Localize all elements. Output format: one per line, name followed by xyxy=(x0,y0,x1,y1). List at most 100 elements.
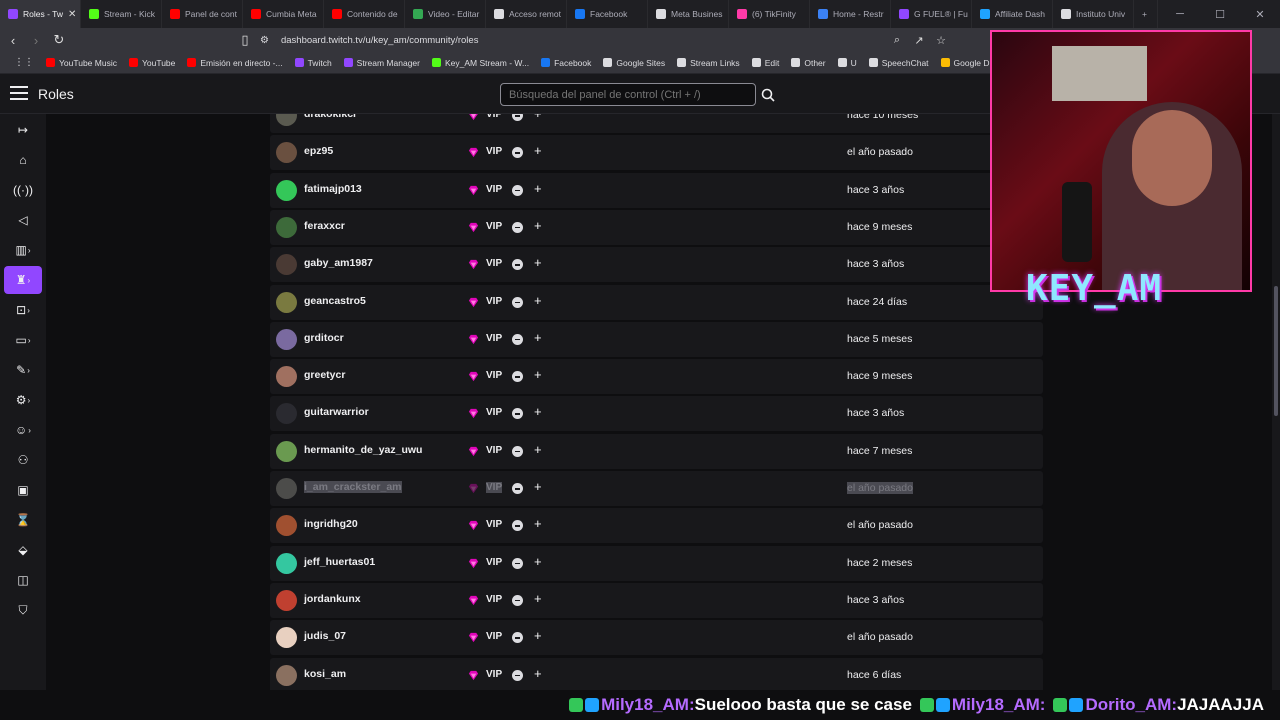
add-role-button[interactable]: + xyxy=(534,666,542,681)
bookmark-item[interactable]: Edit xyxy=(746,58,786,68)
username[interactable]: hermanito_de_yaz_uwu xyxy=(304,444,422,456)
bookmark-item[interactable]: SpeechChat xyxy=(863,58,935,68)
maximize-icon[interactable]: ☐ xyxy=(1200,0,1240,28)
username[interactable]: feraxxcr xyxy=(304,220,345,232)
browser-tab[interactable]: Meta Busines xyxy=(648,0,729,28)
bookmark-page-icon[interactable]: ▯ xyxy=(235,30,255,50)
avatar[interactable] xyxy=(276,515,297,537)
username[interactable]: gaby_am1987 xyxy=(304,257,373,269)
add-role-button[interactable]: + xyxy=(534,516,542,531)
avatar[interactable] xyxy=(276,328,297,350)
username[interactable]: jordankunx xyxy=(304,593,361,605)
avatar[interactable] xyxy=(276,478,297,499)
monetization-icon[interactable]: ▭ › xyxy=(4,326,42,354)
remove-role-button[interactable] xyxy=(512,669,523,681)
add-user-icon[interactable]: ⚇ xyxy=(4,446,42,474)
viewer-icon[interactable]: ☺ › xyxy=(4,416,42,444)
avatar[interactable] xyxy=(276,216,297,238)
add-role-button[interactable]: + xyxy=(534,181,542,196)
remove-role-button[interactable] xyxy=(512,483,523,494)
remove-role-button[interactable] xyxy=(512,296,523,308)
username[interactable]: jeff_huertas01 xyxy=(304,556,375,568)
reload-icon[interactable]: ↻ xyxy=(49,30,69,50)
browser-tab[interactable]: G FUEL® | Fu xyxy=(891,0,972,28)
browser-tab[interactable]: Affiliate Dash xyxy=(972,0,1053,28)
scrollbar-thumb[interactable] xyxy=(1274,286,1278,416)
remove-role-button[interactable] xyxy=(512,333,523,345)
bookmark-item[interactable]: U xyxy=(832,58,863,68)
share-icon[interactable]: ↗ xyxy=(909,30,929,50)
browser-tab[interactable]: Stream - Kick xyxy=(81,0,162,28)
remove-role-button[interactable] xyxy=(512,557,523,569)
avatar[interactable] xyxy=(276,589,297,611)
bookmark-item[interactable]: YouTube Music xyxy=(40,58,123,68)
avatar[interactable] xyxy=(276,627,297,649)
site-info-icon[interactable]: ⚙ xyxy=(260,35,269,46)
username[interactable]: greetycr xyxy=(304,369,345,381)
creator-tools-icon[interactable]: ✎ › xyxy=(4,356,42,384)
avatar[interactable] xyxy=(276,179,297,201)
remove-role-button[interactable] xyxy=(512,445,523,457)
avatar[interactable] xyxy=(276,440,297,462)
add-role-button[interactable]: + xyxy=(534,114,542,121)
remove-role-button[interactable] xyxy=(512,114,523,121)
remove-role-button[interactable] xyxy=(512,147,523,159)
search-button[interactable] xyxy=(758,83,778,106)
community-icon[interactable]: ♜ › xyxy=(4,266,42,294)
remove-role-button[interactable] xyxy=(512,408,523,420)
avatar[interactable] xyxy=(276,142,297,164)
remove-role-button[interactable] xyxy=(512,221,523,233)
username[interactable]: fatimajp013 xyxy=(304,183,362,195)
avatar[interactable] xyxy=(276,291,297,313)
browser-tab[interactable]: Roles - Tw ✕ xyxy=(0,0,81,28)
avatar[interactable] xyxy=(276,114,297,126)
content-icon[interactable]: ⊡ › xyxy=(4,296,42,324)
analytics-icon[interactable]: ▥ › xyxy=(4,236,42,264)
add-role-button[interactable]: + xyxy=(534,591,542,606)
avatar[interactable] xyxy=(276,254,297,276)
add-role-button[interactable]: + xyxy=(534,218,542,233)
add-role-button[interactable]: + xyxy=(534,293,542,308)
browser-tab[interactable]: Acceso remot xyxy=(486,0,567,28)
search-input[interactable] xyxy=(500,83,756,106)
scrollbar[interactable] xyxy=(1272,114,1280,690)
url-field[interactable]: ⚙ dashboard.twitch.tv/u/key_am/community… xyxy=(254,30,974,50)
browser-tab[interactable]: (6) TikFinity xyxy=(729,0,810,28)
zoom-icon[interactable]: ⌕ xyxy=(887,30,907,50)
remove-role-button[interactable] xyxy=(512,520,523,532)
avatar[interactable] xyxy=(276,552,297,574)
browser-tab[interactable]: Facebook xyxy=(567,0,648,28)
close-window-icon[interactable]: ✕ xyxy=(1240,0,1280,28)
username[interactable]: judis_07 xyxy=(304,630,346,642)
bookmark-item[interactable]: Twitch xyxy=(289,58,338,68)
avatar[interactable] xyxy=(276,403,297,425)
bookmark-item[interactable]: Emisión en directo -... xyxy=(181,58,288,68)
bookmark-item[interactable]: Other xyxy=(785,58,831,68)
menu-icon[interactable] xyxy=(10,86,28,100)
back-icon[interactable]: ‹ xyxy=(3,30,23,50)
bookmark-item[interactable]: YouTube xyxy=(123,58,181,68)
avatar[interactable] xyxy=(276,366,297,388)
safety-icon[interactable]: ⛉ xyxy=(4,596,42,624)
bookmark-item[interactable]: Stream Links xyxy=(671,58,746,68)
remove-role-button[interactable] xyxy=(512,184,523,196)
camera-icon[interactable]: ▣ xyxy=(4,476,42,504)
username[interactable]: grditocr xyxy=(304,332,344,344)
bookmark-item[interactable]: Stream Manager xyxy=(338,58,426,68)
username[interactable]: i_am_crackster_am xyxy=(304,481,402,493)
browser-tab[interactable]: Video - Editar xyxy=(405,0,486,28)
remove-role-button[interactable] xyxy=(512,632,523,644)
add-role-button[interactable]: + xyxy=(534,554,542,569)
add-role-button[interactable]: + xyxy=(534,143,542,158)
username[interactable]: kosi_am xyxy=(304,668,346,680)
apps-icon[interactable]: ⋮⋮ xyxy=(8,57,40,68)
add-role-button[interactable]: + xyxy=(534,367,542,382)
stream-icon[interactable]: ((·)) xyxy=(4,176,42,204)
add-role-button[interactable]: + xyxy=(534,330,542,345)
username[interactable]: drakokikcr xyxy=(304,114,357,120)
close-tab-icon[interactable]: ✕ xyxy=(68,9,76,20)
browser-tab[interactable]: Home - Restr xyxy=(810,0,891,28)
add-role-button[interactable]: + xyxy=(534,479,542,494)
remove-role-button[interactable] xyxy=(512,594,523,606)
extensions-icon[interactable]: ⬙ xyxy=(4,536,42,564)
